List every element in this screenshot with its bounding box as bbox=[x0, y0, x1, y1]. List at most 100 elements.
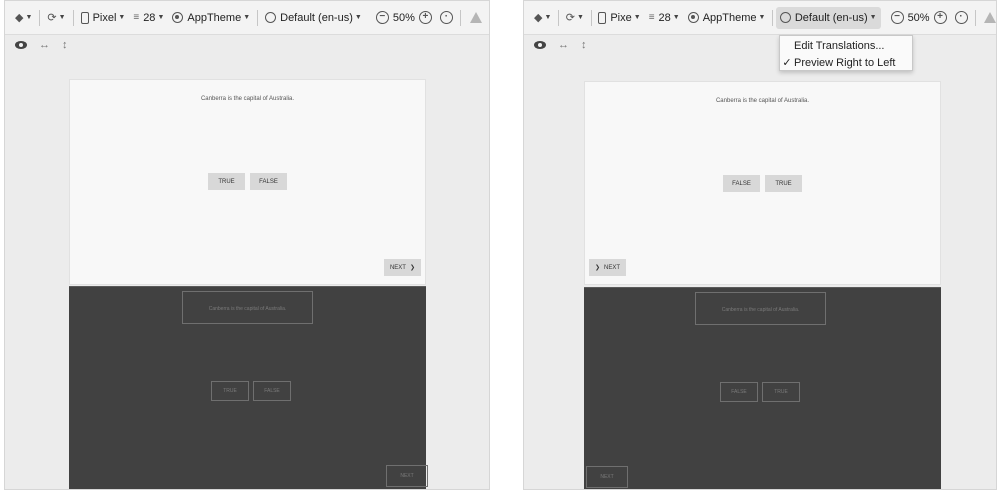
blueprint-question: Canberra is the capital of Australia. bbox=[182, 291, 313, 324]
answer-buttons: TRUE FALSE bbox=[70, 173, 425, 190]
true-button[interactable]: TRUE bbox=[765, 175, 802, 192]
check-icon: ✓ bbox=[782, 57, 792, 69]
theme-icon bbox=[687, 12, 699, 23]
orientation-icon: ⟳ bbox=[565, 12, 576, 24]
layout-editor-rtl: ◆ ▼ ⟳ ▼ Pixe ▼ ≡ 28 ▼ AppTheme ▼ Default (en-… bbox=[523, 0, 997, 490]
locale-selector[interactable]: Default (en-us) ▼ bbox=[261, 7, 366, 29]
eye-icon[interactable] bbox=[534, 41, 546, 49]
theme-label: AppTheme bbox=[187, 11, 242, 24]
blueprint-next-button: NEXT bbox=[586, 466, 628, 488]
chevron-down-icon: ▼ bbox=[25, 14, 33, 21]
horizontal-resize-icon[interactable]: ↔ bbox=[39, 39, 50, 51]
blueprint-preview[interactable]: Canberra is the capital of Australia. TR… bbox=[69, 286, 428, 489]
layers-icon: ◆ bbox=[534, 12, 543, 24]
zoom-in-button[interactable]: + bbox=[415, 7, 436, 29]
zoom-out-button[interactable]: − bbox=[887, 7, 908, 29]
chevron-down-icon: ▼ bbox=[118, 14, 126, 21]
device-selector[interactable]: Pixe ▼ bbox=[594, 7, 644, 29]
toolbar-divider bbox=[459, 9, 461, 26]
design-toolbar: ◆ ▼ ⟳ ▼ Pixe ▼ ≡ 28 ▼ AppTheme ▼ Default (en-… bbox=[524, 1, 996, 35]
view-options-bar: ↔ ↕ bbox=[5, 36, 489, 54]
api-level-selector[interactable]: ≡ 28 ▼ bbox=[129, 7, 168, 29]
zoom-fit-icon: · bbox=[439, 11, 453, 24]
true-button[interactable]: TRUE bbox=[208, 173, 245, 190]
next-button[interactable]: ❯ NEXT bbox=[589, 259, 627, 276]
menu-item-preview-rtl[interactable]: ✓ Preview Right to Left bbox=[780, 54, 912, 71]
toolbar-divider bbox=[39, 9, 41, 26]
chevron-down-icon: ▼ bbox=[577, 14, 584, 21]
toolbar-divider bbox=[257, 9, 259, 26]
design-preview[interactable]: Canberra is the capital of Australia. FA… bbox=[584, 81, 941, 285]
answer-buttons: FALSE TRUE bbox=[585, 175, 940, 192]
orientation-button[interactable]: ⟳ ▼ bbox=[562, 7, 588, 29]
menu-item-label: Edit Translations... bbox=[794, 39, 885, 52]
blueprint-preview[interactable]: Canberra is the capital of Australia. FA… bbox=[584, 287, 941, 489]
layers-button[interactable]: ◆ ▼ bbox=[530, 7, 555, 29]
false-button[interactable]: FALSE bbox=[250, 173, 287, 190]
chevron-down-icon: ▼ bbox=[869, 14, 877, 21]
locale-selector[interactable]: Default (en-us) ▼ bbox=[775, 6, 881, 29]
false-button[interactable]: FALSE bbox=[723, 175, 760, 192]
phone-icon bbox=[80, 11, 89, 24]
next-button[interactable]: NEXT ❯ bbox=[383, 259, 421, 276]
chevron-down-icon: ▼ bbox=[157, 14, 165, 21]
chevron-down-icon: ▼ bbox=[633, 14, 641, 21]
zoom-in-icon: + bbox=[933, 11, 947, 24]
zoom-in-icon: + bbox=[418, 11, 432, 24]
theme-icon bbox=[172, 12, 184, 23]
api-level-selector[interactable]: ≡ 28 ▼ bbox=[645, 7, 684, 29]
orientation-icon: ⟳ bbox=[47, 12, 57, 24]
chevron-down-icon: ▼ bbox=[672, 14, 680, 21]
question-text: Canberra is the capital of Australia. bbox=[200, 96, 295, 102]
horizontal-resize-icon[interactable]: ↔ bbox=[558, 39, 569, 51]
eye-icon[interactable] bbox=[15, 41, 27, 49]
warning-icon[interactable] bbox=[469, 12, 482, 23]
vertical-resize-icon[interactable]: ↕ bbox=[62, 39, 68, 51]
warning-icon[interactable] bbox=[983, 12, 996, 23]
menu-item-edit-translations[interactable]: Edit Translations... bbox=[780, 37, 912, 54]
chevron-down-icon: ▼ bbox=[758, 14, 766, 21]
api-level-label: 28 bbox=[143, 11, 156, 24]
zoom-level: 50% bbox=[907, 11, 930, 24]
globe-icon bbox=[779, 12, 791, 23]
vertical-resize-icon[interactable]: ↕ bbox=[581, 39, 587, 51]
api-level-label: 28 bbox=[658, 11, 671, 24]
design-preview[interactable]: Canberra is the capital of Australia. TR… bbox=[69, 79, 426, 285]
chevron-down-icon: ▼ bbox=[58, 14, 66, 21]
device-label: Pixel bbox=[92, 11, 117, 24]
menu-item-label: Preview Right to Left bbox=[794, 56, 896, 69]
blueprint-false-button: FALSE bbox=[720, 382, 758, 402]
view-options-bar: ↔ ↕ bbox=[524, 36, 996, 54]
orientation-button[interactable]: ⟳ ▼ bbox=[43, 7, 69, 29]
blueprint-false-button: FALSE bbox=[253, 381, 291, 401]
chevron-down-icon: ▼ bbox=[243, 14, 251, 21]
blueprint-next-button: NEXT bbox=[386, 465, 428, 487]
toolbar-divider bbox=[72, 9, 74, 26]
zoom-level: 50% bbox=[392, 11, 415, 24]
blueprint-question: Canberra is the capital of Australia. bbox=[695, 292, 826, 325]
locale-label: Default (en-us) bbox=[794, 11, 868, 24]
zoom-out-icon: − bbox=[890, 11, 904, 24]
api-level-icon: ≡ bbox=[648, 12, 655, 23]
api-level-icon: ≡ bbox=[133, 12, 140, 23]
zoom-in-button[interactable]: + bbox=[930, 7, 951, 29]
design-toolbar: ◆ ▼ ⟳ ▼ Pixel ▼ ≡ 28 ▼ AppTheme ▼ Default (en… bbox=[5, 1, 489, 35]
zoom-out-button[interactable]: − bbox=[372, 7, 393, 29]
layout-editor-ltr: ◆ ▼ ⟳ ▼ Pixel ▼ ≡ 28 ▼ AppTheme ▼ Default (en… bbox=[4, 0, 490, 490]
chevron-right-icon: ❯ bbox=[595, 265, 601, 271]
next-label: NEXT bbox=[604, 264, 621, 271]
zoom-fit-button[interactable]: · bbox=[951, 7, 972, 29]
theme-label: AppTheme bbox=[702, 11, 757, 24]
theme-selector[interactable]: AppTheme ▼ bbox=[684, 7, 770, 29]
layers-button[interactable]: ◆ ▼ bbox=[11, 7, 36, 29]
phone-icon bbox=[598, 11, 607, 24]
blueprint-true-button: TRUE bbox=[211, 381, 249, 401]
theme-selector[interactable]: AppTheme ▼ bbox=[168, 7, 254, 29]
zoom-fit-button[interactable]: · bbox=[436, 7, 457, 29]
chevron-down-icon: ▼ bbox=[354, 14, 362, 21]
zoom-fit-icon: · bbox=[954, 11, 968, 24]
device-selector[interactable]: Pixel ▼ bbox=[77, 7, 130, 29]
device-label: Pixe bbox=[610, 11, 632, 24]
locale-menu: Edit Translations... ✓ Preview Right to … bbox=[779, 35, 913, 71]
globe-icon bbox=[265, 12, 277, 23]
